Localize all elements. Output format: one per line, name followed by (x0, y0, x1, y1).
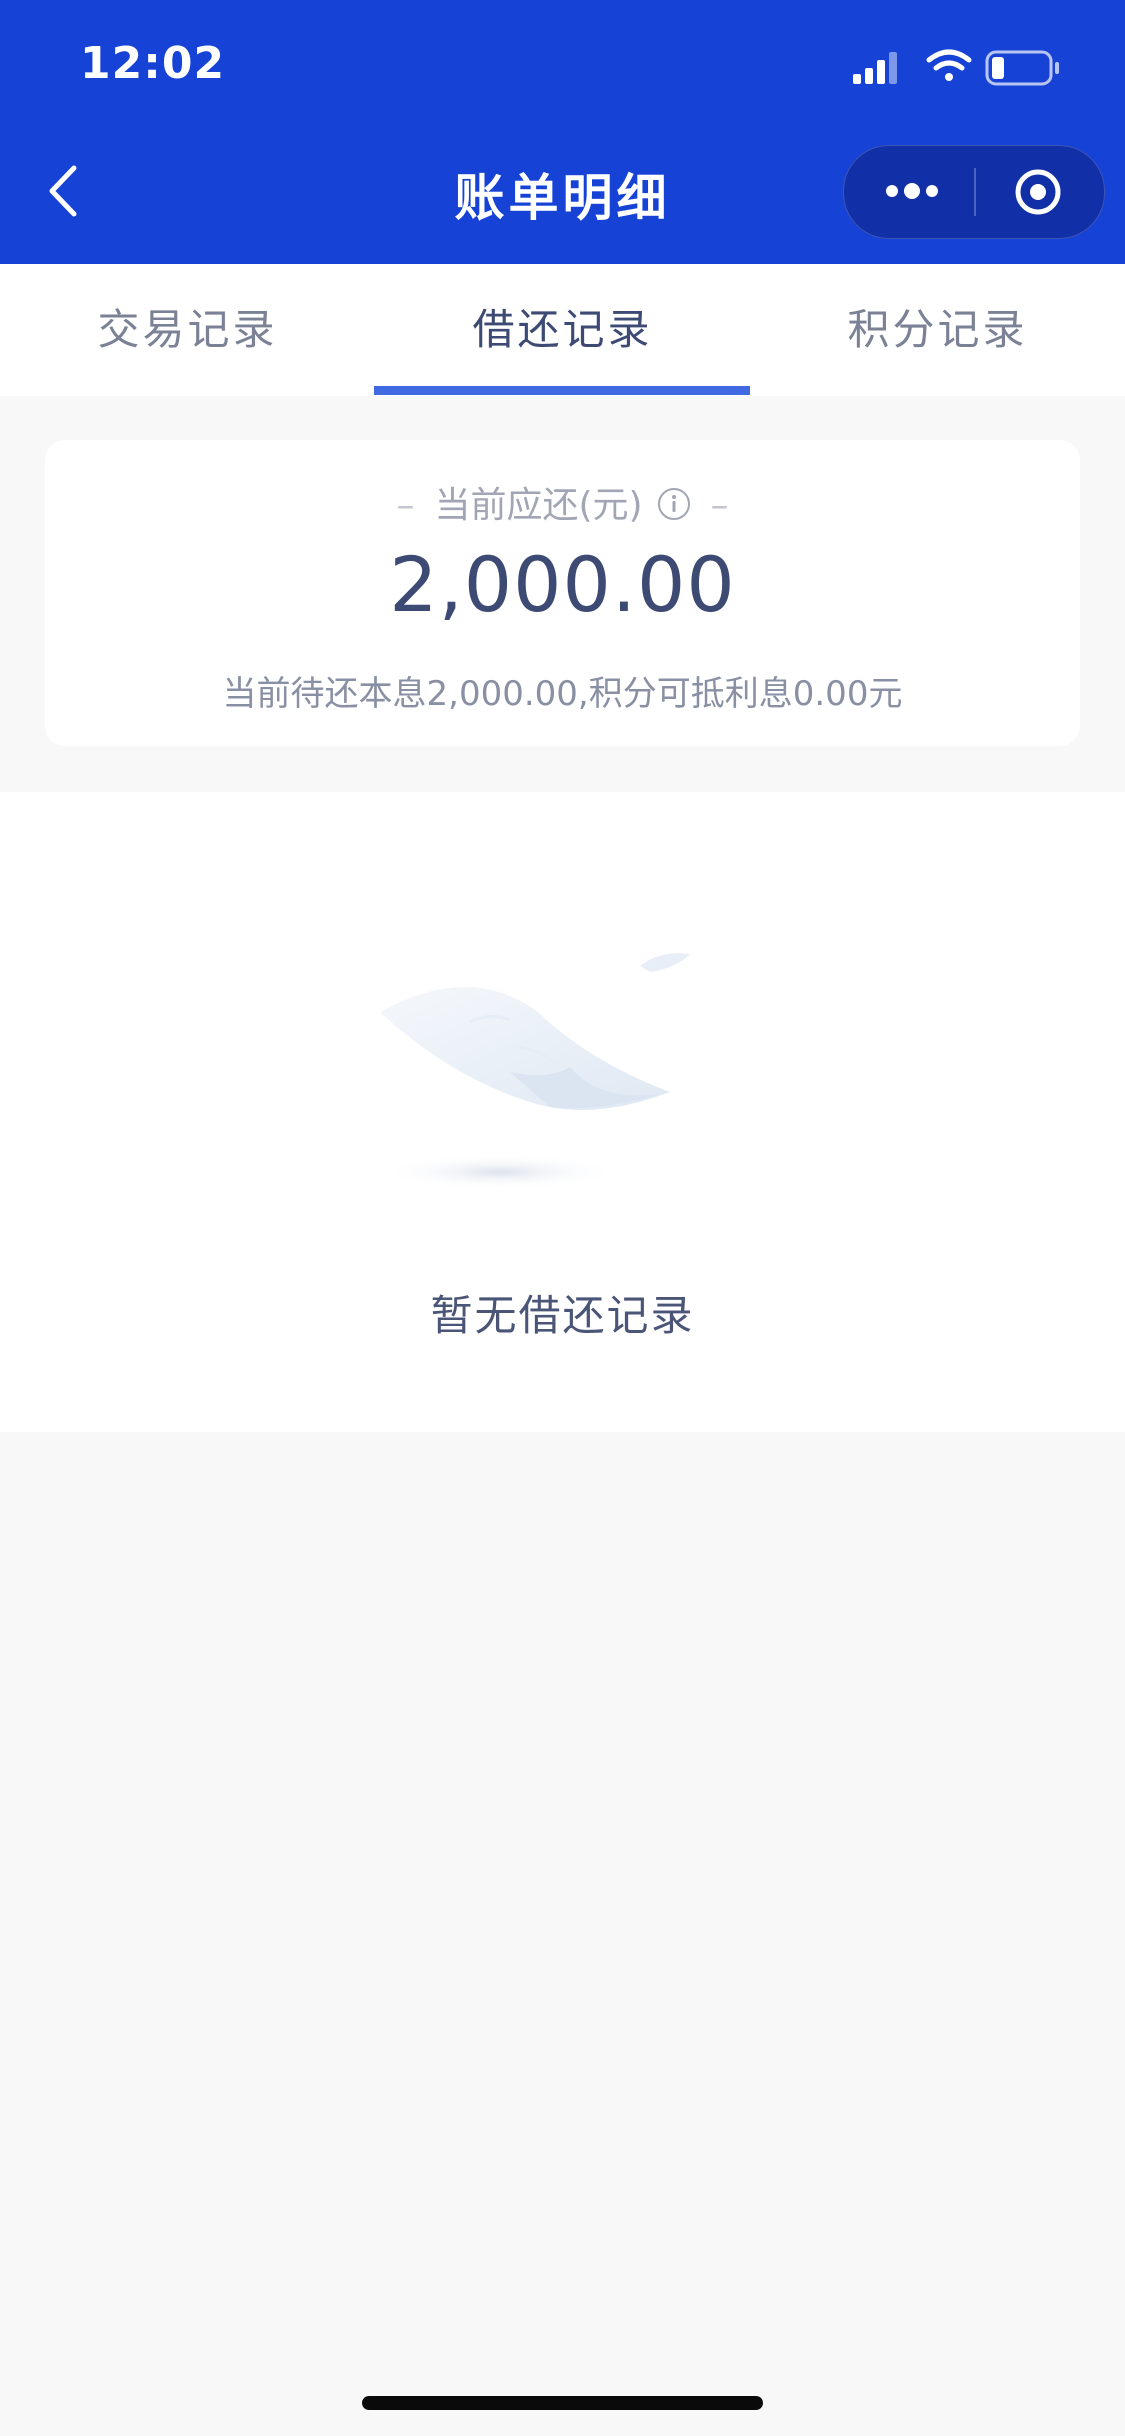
active-tab-indicator (374, 386, 750, 395)
home-indicator[interactable] (362, 2396, 763, 2410)
wifi-icon (926, 49, 972, 81)
empty-state: 暂无借还记录 (0, 792, 1125, 1432)
summary-label: 当前应还(元) (434, 485, 643, 526)
capsule-divider (974, 168, 976, 216)
amount-due: 2,000.00 (389, 540, 736, 629)
tab-transaction-records[interactable]: 交易记录 (0, 264, 375, 396)
battery-icon (985, 50, 1059, 86)
tab-borrow-repay-records[interactable]: 借还记录 (375, 264, 750, 396)
mini-program-capsule (843, 145, 1105, 239)
summary-note: 当前待还本息2,000.00,积分可抵利息0.00元 (222, 674, 903, 714)
left-dash: – (396, 485, 415, 526)
more-icon[interactable] (882, 176, 942, 206)
header: 12:02 账单明细 (0, 0, 1125, 264)
tab-bar: 交易记录 借还记录 积分记录 (0, 264, 1125, 396)
empty-message: 暂无借还记录 (430, 1291, 695, 1340)
summary-card: – 当前应还(元) – 2,000.00 当前待还本息2,000.00,积分可抵利息… (45, 440, 1080, 746)
status-icons (853, 49, 1059, 86)
paper-illustration (380, 953, 690, 1190)
tab-points-records[interactable]: 积分记录 (750, 264, 1125, 396)
signal-icon (853, 52, 897, 84)
info-icon[interactable] (657, 487, 691, 521)
summary-label-row: – 当前应还(元) – (45, 476, 1080, 528)
target-icon[interactable] (1014, 168, 1062, 216)
status-time: 12:02 (80, 38, 226, 89)
right-dash: – (710, 485, 729, 526)
